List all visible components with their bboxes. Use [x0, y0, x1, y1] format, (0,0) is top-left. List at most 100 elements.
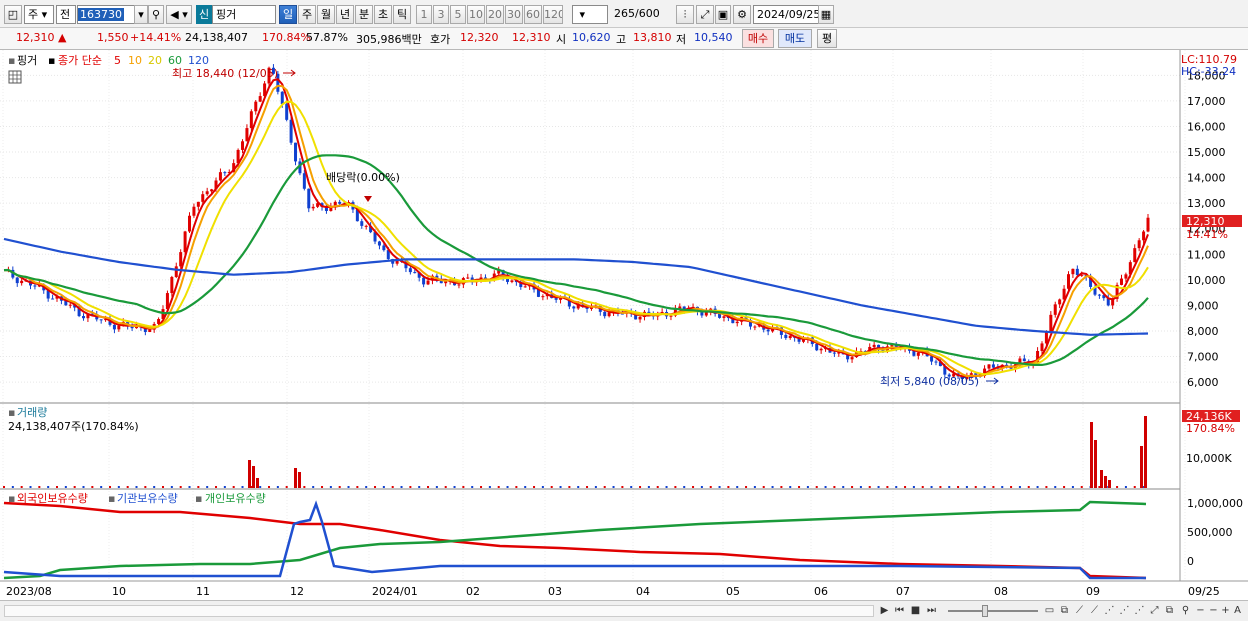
market-select[interactable]: 주 ▾ — [24, 5, 54, 24]
stock-code-input[interactable]: 163730 — [77, 5, 135, 24]
volume-bar — [1090, 422, 1093, 488]
legend-foreign: 외국인보유수량 — [17, 492, 88, 505]
volume-bar — [298, 472, 301, 488]
candle-body — [872, 344, 876, 347]
interval-tab-20[interactable]: 20 — [486, 5, 504, 24]
interval-tab-10[interactable]: 10 — [467, 5, 485, 24]
holding-tick-label: 1,000,000 — [1187, 497, 1243, 510]
volume-bar — [798, 486, 801, 488]
candle-body — [289, 119, 293, 143]
bottom-scrollbar[interactable]: ▶ ⏮ ■ ⏭ ▭ ⧉ ⟋ ⟋ ⋰ ⋰ ⋰ ⤢ ⧉ ⚲ − − + A — [0, 600, 1248, 621]
candle-body — [1124, 274, 1128, 279]
interval-input[interactable]: ▾ — [572, 5, 608, 24]
volume-bar — [471, 486, 474, 488]
period-tab-3[interactable]: 년 — [336, 5, 354, 24]
ma-bullet: ▪ — [48, 54, 55, 67]
scroll-track[interactable] — [4, 605, 874, 617]
volume-bar — [594, 486, 597, 488]
interval-tab-60[interactable]: 60 — [524, 5, 542, 24]
eval-button[interactable]: 평 — [817, 29, 837, 48]
stop-icon[interactable]: ■ — [909, 603, 922, 618]
layout-icon[interactable]: ◰ — [4, 5, 22, 24]
sell-button[interactable]: 매도 — [778, 29, 812, 48]
save-icon[interactable]: ▣ — [715, 5, 731, 24]
code-dropdown-icon[interactable]: ▾ — [134, 5, 148, 24]
font-icon[interactable]: A — [1231, 603, 1244, 618]
candle-body — [638, 316, 642, 320]
table-icon[interactable] — [8, 70, 22, 84]
candle-type-icon[interactable]: ⫶ — [676, 5, 694, 24]
copy-icon[interactable]: ⧉ — [1163, 603, 1176, 618]
candle-body — [205, 191, 209, 195]
candle-body — [523, 286, 527, 288]
period-tab-2[interactable]: 월 — [317, 5, 335, 24]
line-tool-icon[interactable]: ⟋ — [1088, 603, 1101, 618]
volume-bar — [930, 486, 933, 488]
line-tool-icon[interactable]: ⟋ — [1073, 603, 1086, 618]
interval-tab-3[interactable]: 3 — [433, 5, 449, 24]
x-tick-label: 12 — [290, 585, 304, 598]
bar-count[interactable]: 265/600 — [611, 5, 671, 24]
play-icon[interactable]: ▶ — [878, 603, 891, 618]
rewind-icon[interactable]: ⏮ — [893, 603, 906, 618]
candle-body — [218, 172, 222, 181]
interval-tab-1[interactable]: 1 — [416, 5, 432, 24]
volume-bar — [427, 486, 430, 488]
candle-body — [311, 206, 315, 209]
volume-bar — [1140, 446, 1143, 488]
interval-tab-120[interactable]: 120 — [543, 5, 563, 24]
volume-bar — [329, 486, 332, 488]
period-tab-4[interactable]: 분 — [355, 5, 373, 24]
line-tool-icon[interactable]: ⤢ — [1148, 603, 1161, 618]
volume-bar — [38, 486, 41, 488]
minus-icon[interactable]: − — [1194, 603, 1207, 618]
mode-select[interactable]: 전 — [56, 5, 76, 24]
screen-icon[interactable]: ⧉ — [1058, 603, 1071, 618]
line-tool-icon[interactable]: ⋰ — [1118, 603, 1131, 618]
calendar-icon[interactable]: ▦ — [818, 5, 834, 24]
date-input[interactable]: 2024/09/25 — [753, 5, 819, 24]
volume-bar — [780, 486, 783, 488]
draw-tool-icon[interactable]: ⤢ — [696, 5, 714, 24]
period-tab-0[interactable]: 일 — [279, 5, 297, 24]
y-tick-label: 17,000 — [1187, 95, 1226, 108]
gear-icon[interactable]: ⚙ — [733, 5, 751, 24]
candle-body — [188, 215, 192, 232]
volume-bar — [859, 486, 862, 488]
volume-bar — [1133, 486, 1136, 488]
period-tab-1[interactable]: 주 — [298, 5, 316, 24]
line-tool-icon[interactable]: ⋰ — [1103, 603, 1116, 618]
candle-body — [360, 221, 364, 226]
line-tool-icon[interactable]: ⋰ — [1133, 603, 1146, 618]
chart-area[interactable]: 6,000 7,000 8,000 9,000 10,000 11,000 12,000 13… — [0, 50, 1248, 621]
period-tab-6[interactable]: 틱 — [393, 5, 411, 24]
name-badge: 신 — [196, 5, 212, 24]
interval-tab-5[interactable]: 5 — [450, 5, 466, 24]
volume-pct: 170.84% — [1186, 422, 1235, 435]
ma-legend-60: 60 — [168, 54, 182, 67]
volume-bar — [382, 486, 385, 488]
interval-tab-30[interactable]: 30 — [505, 5, 523, 24]
period-tab-5[interactable]: 초 — [374, 5, 392, 24]
screen-icon[interactable]: ▭ — [1043, 603, 1056, 618]
zoom-handle[interactable] — [982, 605, 988, 617]
zoom-out-icon[interactable]: ⚲ — [1179, 603, 1192, 618]
candle-body — [669, 315, 673, 317]
volume-bar — [939, 486, 942, 488]
candle-body — [510, 280, 514, 282]
candle-body — [285, 104, 289, 120]
speaker-icon[interactable]: ◀ ▾ — [166, 5, 192, 24]
volume-bar — [683, 486, 686, 488]
price-change: 1,550 — [97, 31, 129, 44]
hc-label: HC:-33.24 — [1181, 65, 1236, 78]
volume-bar — [206, 486, 209, 488]
stock-name-field[interactable]: 핑거 — [212, 5, 276, 24]
search-icon[interactable]: ⚲ — [148, 5, 164, 24]
candle-body — [457, 284, 461, 286]
candle-body — [735, 321, 739, 324]
candle-body — [210, 189, 214, 192]
volume-bar — [647, 486, 650, 488]
buy-button[interactable]: 매수 — [742, 29, 774, 48]
zoom-slider[interactable] — [948, 610, 1038, 612]
forward-icon[interactable]: ⏭ — [925, 603, 938, 618]
